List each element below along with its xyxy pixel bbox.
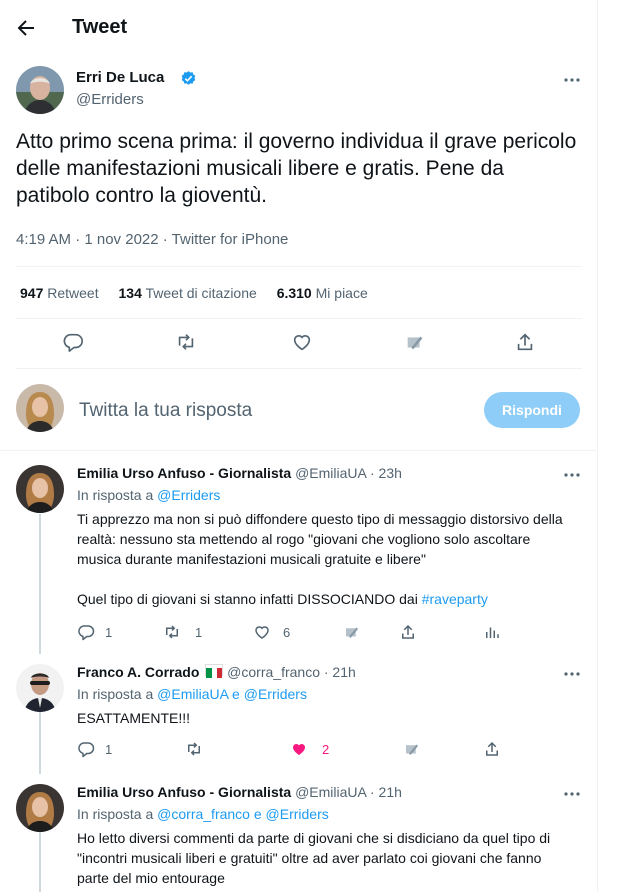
heart-icon[interactable]	[253, 623, 271, 641]
divider	[16, 368, 582, 369]
more-horizontal-icon[interactable]	[562, 664, 582, 684]
tweet-actions	[16, 330, 582, 356]
more-horizontal-icon[interactable]	[562, 784, 582, 804]
more-horizontal-icon[interactable]	[562, 70, 582, 90]
likes-stat[interactable]: 6.310 Mi piace	[277, 285, 368, 301]
reply-text: Ho letto diversi commenti da parte di gi…	[77, 830, 555, 886]
reply-count: 1	[105, 742, 113, 757]
share-icon[interactable]	[399, 623, 417, 641]
avatar[interactable]	[16, 465, 64, 513]
avatar[interactable]	[16, 784, 64, 832]
bookmark-icon[interactable]	[343, 623, 361, 641]
in-reply-to: In risposta a @EmiliaUA e @Erriders	[77, 686, 307, 702]
in-reply-to: In risposta a @Erriders	[77, 487, 221, 503]
reply-actions: 1 1 6	[77, 623, 507, 643]
reply-text: ESATTAMENTE!!!	[77, 710, 191, 726]
reply-header: Franco A. Corrado @corra_franco · 21h	[77, 664, 356, 680]
divider	[0, 450, 598, 451]
more-horizontal-icon[interactable]	[562, 465, 582, 485]
reply-author-name[interactable]: Franco A. Corrado	[77, 664, 199, 680]
verified-badge-icon	[180, 70, 197, 87]
reply-icon[interactable]	[77, 623, 95, 641]
reply-header: Emilia Urso Anfuso - Giornalista @Emilia…	[77, 784, 402, 800]
italy-flag-icon	[205, 664, 224, 678]
reply-time[interactable]: · 21h	[370, 784, 402, 800]
retweet-count: 1	[195, 625, 203, 640]
reply-button[interactable]: Rispondi	[484, 392, 580, 428]
reply-header: Emilia Urso Anfuso - Giornalista @Emilia…	[77, 465, 402, 481]
retweet-icon[interactable]	[175, 331, 197, 353]
reply-author-handle[interactable]: @corra_franco	[227, 664, 320, 680]
like-count: 2	[322, 742, 330, 757]
reply-icon[interactable]	[62, 331, 84, 353]
share-icon[interactable]	[483, 740, 501, 758]
analytics-icon[interactable]	[483, 623, 501, 641]
reply-tweet[interactable]: Franco A. Corrado @corra_franco · 21h In…	[0, 664, 598, 764]
retweets-stat[interactable]: 947 Retweet	[20, 285, 99, 301]
reply-author-name[interactable]: Emilia Urso Anfuso - Giornalista	[77, 784, 291, 800]
quotes-stat[interactable]: 134 Tweet di citazione	[119, 285, 257, 301]
tweet-author: Erri De Luca @Erriders	[16, 66, 582, 116]
reply-author-handle[interactable]: @EmiliaUA	[295, 465, 366, 481]
in-reply-to: In risposta a @corra_franco e @Erriders	[77, 806, 329, 822]
share-icon[interactable]	[514, 331, 536, 353]
mention-link[interactable]: @Erriders	[157, 487, 220, 503]
reply-time[interactable]: · 23h	[370, 465, 402, 481]
tweet-stats: 947 Retweet 134 Tweet di citazione 6.310…	[20, 285, 384, 301]
divider	[16, 266, 582, 267]
bookmark-icon[interactable]	[403, 740, 421, 758]
main-column: Tweet Erri De Luca @Erriders Atto primo …	[0, 0, 598, 892]
arrow-left-icon[interactable]	[14, 16, 38, 40]
mention-link[interactable]: @corra_franco e @Erriders	[157, 806, 329, 822]
reply-author-handle[interactable]: @EmiliaUA	[295, 784, 366, 800]
reply-count: 1	[105, 625, 113, 640]
avatar[interactable]	[16, 66, 64, 114]
retweet-icon[interactable]	[163, 623, 181, 641]
avatar[interactable]	[16, 664, 64, 712]
tweet-text: Atto primo scena prima: il governo indiv…	[16, 130, 577, 207]
avatar[interactable]	[16, 384, 64, 432]
header: Tweet	[0, 0, 598, 56]
tweet-meta[interactable]: 4:19 AM · 1 nov 2022 · Twitter for iPhon…	[16, 231, 288, 248]
like-count: 6	[283, 625, 291, 640]
page-title: Tweet	[72, 16, 128, 38]
reply-icon[interactable]	[77, 740, 95, 758]
hashtag-link[interactable]: #raveparty	[422, 591, 488, 607]
reply-tweet[interactable]: Emilia Urso Anfuso - Giornalista @Emilia…	[0, 784, 598, 892]
reply-input[interactable]: Twitta la tua risposta	[79, 400, 252, 422]
mention-link[interactable]: @EmiliaUA e @Erriders	[157, 686, 307, 702]
author-handle[interactable]: @Erriders	[76, 91, 144, 108]
heart-icon[interactable]	[291, 331, 313, 353]
author-name[interactable]: Erri De Luca	[76, 69, 164, 86]
divider	[16, 318, 582, 319]
bookmark-icon[interactable]	[404, 331, 426, 353]
reply-time[interactable]: · 21h	[324, 664, 356, 680]
heart-icon[interactable]	[290, 740, 308, 758]
reply-tweet[interactable]: Emilia Urso Anfuso - Giornalista @Emilia…	[0, 465, 598, 645]
reply-text: Ti apprezzo ma non si può diffondere que…	[77, 511, 563, 607]
reply-composer: Twitta la tua risposta Rispondi	[0, 372, 598, 448]
reply-author-name[interactable]: Emilia Urso Anfuso - Giornalista	[77, 465, 291, 481]
reply-actions: 1 2	[77, 740, 507, 760]
retweet-icon[interactable]	[185, 740, 203, 758]
